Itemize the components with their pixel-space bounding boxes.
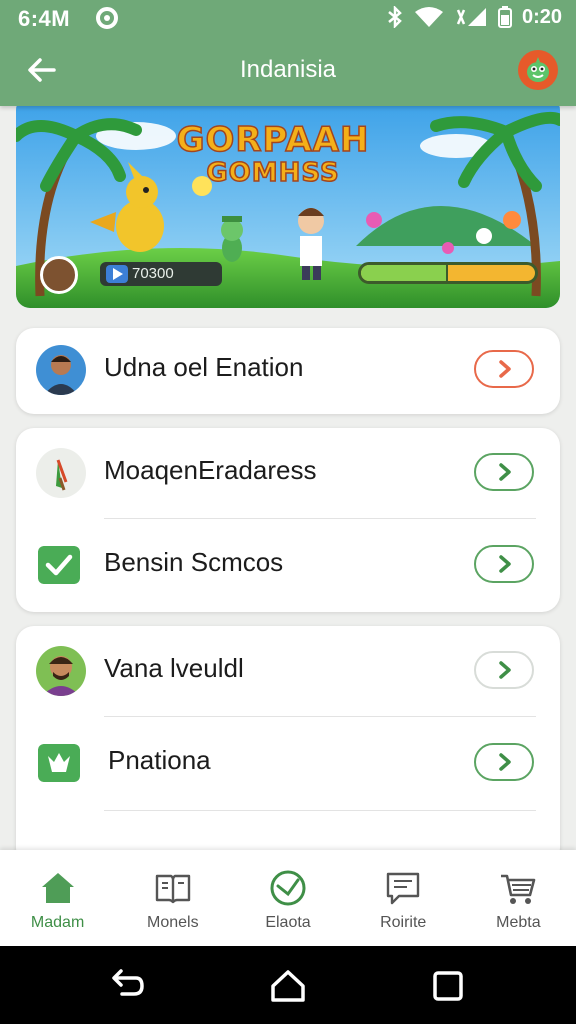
nav-item-messages[interactable]: Roirite	[346, 850, 461, 946]
player-avatar	[40, 256, 78, 294]
nav-item-book[interactable]: Monels	[115, 850, 230, 946]
nav-item-home[interactable]: Madam	[0, 850, 115, 946]
status-icons: 0:20	[386, 5, 562, 29]
settings-card: MoaqenEradaress Bensin Scmcos	[16, 428, 560, 612]
chevron-right-button[interactable]	[474, 453, 534, 491]
notification-icon	[96, 7, 118, 29]
progress-fill	[361, 265, 448, 281]
message-icon	[387, 872, 420, 905]
mascot-icon	[527, 57, 549, 82]
battery-icon	[497, 6, 512, 28]
progress-bar	[358, 262, 538, 284]
nav-label: Madam	[30, 914, 85, 931]
status-clock: 0:20	[521, 5, 562, 28]
divider	[104, 810, 536, 811]
game-banner[interactable]: GORPAAH GOMHSS 70300	[16, 96, 560, 308]
list-item-label: Bensin Scmcos	[104, 547, 284, 577]
home-button-icon[interactable]	[268, 966, 308, 1006]
app-header: 6:4M 0:20 Indanisia	[0, 0, 576, 106]
nav-item-gauge[interactable]: Elaota	[230, 850, 345, 946]
wifi-icon	[414, 7, 443, 27]
bottom-navigation: Madam Monels Elaota Roirite Mebta	[0, 850, 576, 946]
settings-card: Udna oel Enation	[16, 328, 560, 414]
divider	[104, 518, 536, 519]
status-time: 6:4M	[18, 6, 71, 31]
chevron-right-button[interactable]	[474, 743, 534, 781]
chevron-right-icon	[499, 360, 511, 378]
page-title: Indanisia	[239, 56, 337, 83]
chevron-right-button[interactable]	[474, 651, 534, 689]
nav-label: Mebta	[496, 914, 541, 931]
nav-label: Monels	[147, 914, 199, 931]
score-value: 70300	[132, 265, 174, 282]
leaf-badge-icon	[38, 744, 80, 782]
avatar-icon	[36, 646, 86, 696]
checkbox-icon	[38, 546, 80, 584]
list-item-label: Pnationa	[108, 745, 211, 775]
bluetooth-icon	[388, 6, 402, 28]
list-item-label: MoaqenEradaress	[104, 455, 317, 485]
status-bar: 6:4M 0:20	[0, 0, 576, 36]
score-pill[interactable]: 70300	[100, 262, 222, 286]
nav-label: Elaota	[265, 914, 311, 931]
play-icon	[106, 265, 128, 283]
nav-label: Roirite	[380, 914, 427, 931]
system-navigation-bar	[0, 946, 576, 1024]
divider	[104, 716, 536, 717]
chevron-right-button[interactable]	[474, 350, 534, 388]
nav-item-cart[interactable]: Mebta	[461, 850, 576, 946]
gauge-icon	[270, 870, 306, 906]
feather-pen-icon	[36, 448, 86, 498]
chevron-right-icon	[499, 555, 511, 573]
list-item[interactable]: Vana lveuldl	[16, 626, 560, 718]
list-item[interactable]: Pnationa	[16, 718, 560, 810]
list-item-label: Udna oel Enation	[104, 352, 304, 382]
settings-card: Vana lveuldl Pnationa	[16, 626, 560, 866]
signal-icon	[456, 8, 486, 26]
profile-button[interactable]	[518, 50, 558, 90]
chevron-right-icon	[499, 753, 511, 771]
home-icon	[41, 873, 74, 903]
list-item[interactable]: Udna oel Enation	[16, 325, 560, 417]
list-item-label: Vana lveuldl	[104, 653, 244, 683]
chevron-right-icon	[499, 661, 511, 679]
list-item[interactable]: MoaqenEradaress	[16, 428, 560, 520]
book-icon	[155, 874, 190, 904]
banner-title: GORPAAH	[176, 119, 370, 161]
banner-subtitle: GOMHSS	[206, 157, 340, 189]
chevron-right-button[interactable]	[474, 545, 534, 583]
chevron-right-icon	[499, 463, 511, 481]
cart-icon	[501, 874, 536, 904]
avatar-icon	[36, 345, 86, 395]
list-item[interactable]: Bensin Scmcos	[16, 520, 560, 612]
back-icon[interactable]	[106, 966, 146, 1006]
recents-icon[interactable]	[428, 966, 468, 1006]
